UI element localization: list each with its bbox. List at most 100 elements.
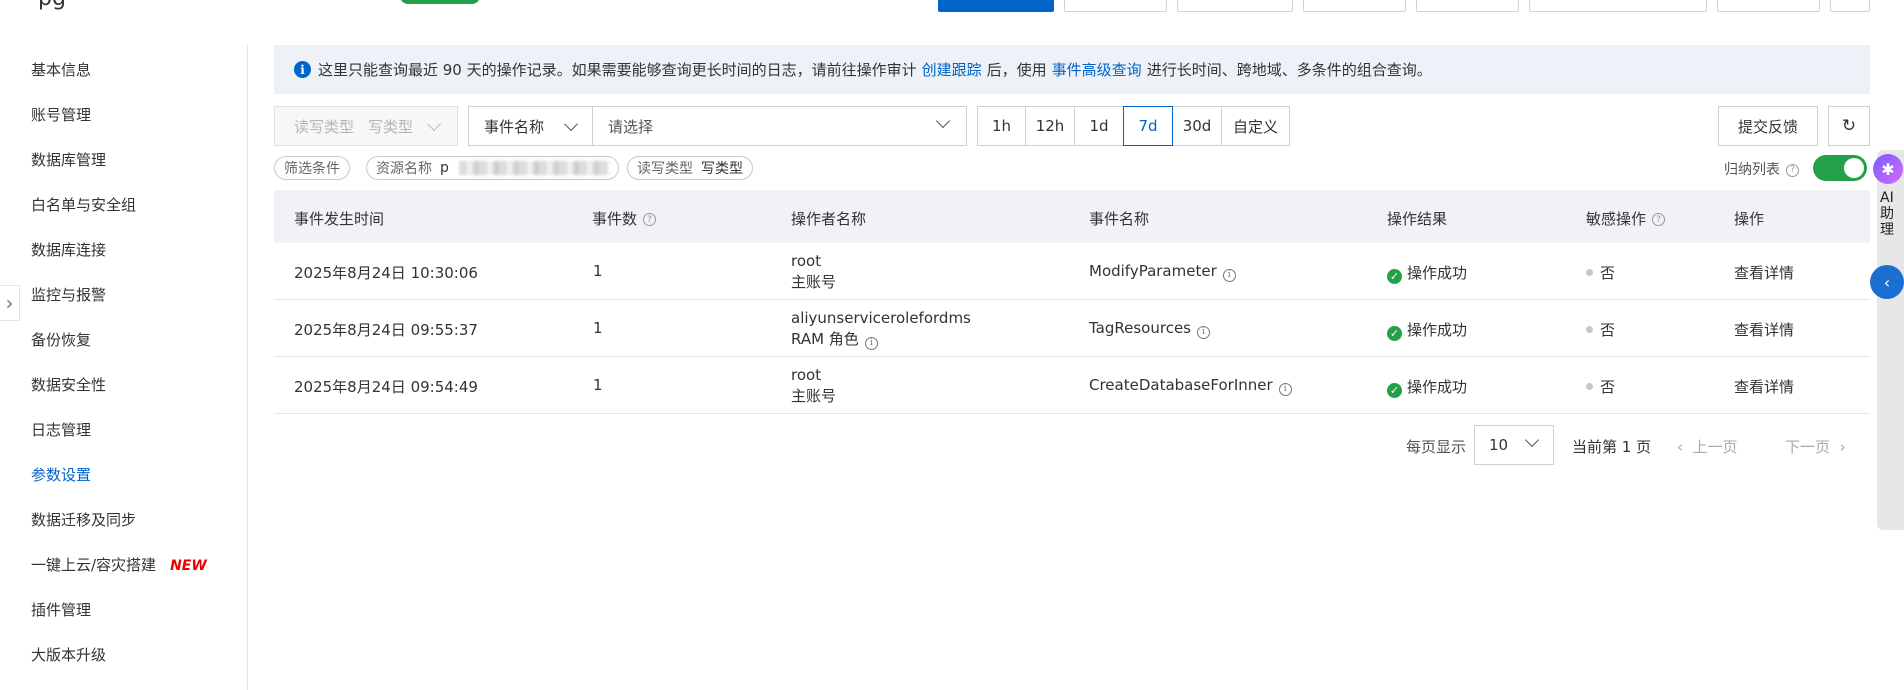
refresh-button[interactable]: ↻ [1828, 106, 1870, 146]
info-icon[interactable]: i [1278, 382, 1292, 396]
sidebar-item-connection[interactable]: 数据库连接 [31, 239, 106, 260]
info-icon[interactable]: i [1197, 325, 1210, 339]
status-dot-icon [1586, 269, 1593, 276]
range-1h[interactable]: 1h [977, 106, 1026, 146]
sidebar-item-plugins[interactable]: 插件管理 [31, 599, 91, 620]
result-text: 操作成功 [1407, 264, 1468, 282]
next-page-button[interactable]: 下一页 › [1785, 436, 1846, 457]
resource-name-tag[interactable]: 资源名称 p [366, 156, 619, 180]
toolbar-button-2[interactable] [1177, 0, 1293, 12]
sidebar-item-monitoring[interactable]: 监控与报警 [31, 284, 106, 305]
event-name-select[interactable]: 请选择 [592, 106, 967, 146]
sensitive-text: 否 [1600, 378, 1616, 396]
col-event-time: 事件发生时间 [294, 210, 385, 228]
sensitive: 否 [1586, 262, 1615, 283]
operator-name-link[interactable]: aliyunservicerolefordms [791, 309, 971, 327]
table-header: 事件发生时间 事件数? 操作者名称 事件名称 操作结果 敏感操作? 操作 [274, 190, 1870, 243]
table-row: 2025年8月24日 09:54:49 1 root 主账号 CreateDat… [274, 357, 1870, 414]
per-page-value: 10 [1489, 436, 1509, 454]
info-icon[interactable]: i [1222, 268, 1236, 282]
view-details-link[interactable]: 查看详情 [1734, 319, 1794, 340]
event-field-select[interactable]: 事件名称 [468, 106, 593, 146]
help-icon: ? [643, 213, 657, 226]
toggle-knob [1844, 158, 1864, 178]
rw-type-tag[interactable]: 读写类型 写类型 [627, 156, 753, 180]
event-name-placeholder: 请选择 [608, 117, 654, 136]
check-circle-icon: ✓ [1387, 326, 1402, 341]
event-name: ModifyParameter i [1089, 262, 1236, 282]
group-list-toggle[interactable] [1813, 155, 1867, 181]
operator-type: 主账号 [791, 387, 837, 405]
ai-assistant-label[interactable]: AI助理 [1880, 190, 1900, 238]
col-event-count: 事件数? [592, 208, 657, 229]
sidebar-item-databases[interactable]: 数据库管理 [31, 149, 106, 170]
event-count-link[interactable]: 1 [593, 376, 603, 394]
advanced-query-link[interactable]: 事件高级查询 [1052, 59, 1142, 80]
sidebar-item-whitelist[interactable]: 白名单与安全组 [31, 194, 136, 215]
operator-name: root [791, 366, 822, 384]
sensitive-text: 否 [1600, 264, 1616, 282]
toolbar-primary-button[interactable] [938, 0, 1054, 12]
notice-text-2: 后，使用 [986, 61, 1047, 79]
col-result: 操作结果 [1387, 210, 1448, 228]
sidebar-collapse-toggle[interactable]: › [0, 285, 20, 321]
sidebar-item-backup[interactable]: 备份恢复 [31, 329, 91, 350]
sidebar-item-migration[interactable]: 数据迁移及同步 [31, 509, 136, 530]
help-icon: ? [1652, 213, 1666, 226]
toolbar-button-1[interactable] [1064, 0, 1167, 12]
result: ✓ 操作成功 [1387, 376, 1467, 398]
chevron-right-icon: › [5, 291, 14, 315]
sidebar-item-basic-info[interactable]: 基本信息 [31, 59, 91, 80]
per-page-select[interactable]: 10 [1474, 425, 1554, 465]
sidebar-item-parameters[interactable]: 参数设置 [31, 464, 91, 485]
col-sensitive-label: 敏感操作 [1586, 210, 1647, 228]
sensitive: 否 [1586, 319, 1615, 340]
chevron-left-icon: ‹ [1883, 272, 1891, 292]
prev-page-label: 上一页 [1692, 438, 1738, 456]
group-list-text: 归纳列表 [1724, 162, 1780, 178]
range-1d[interactable]: 1d [1074, 106, 1124, 146]
chevron-down-icon [426, 116, 442, 131]
sidebar-nav: 基本信息 账号管理 数据库管理 白名单与安全组 数据库连接 监控与报警 备份恢复… [0, 45, 248, 690]
info-banner: i 这里只能查询最近 90 天的操作记录。如果需要能够查询更长时间的日志，请前往… [274, 45, 1870, 94]
view-details-link[interactable]: 查看详情 [1734, 376, 1794, 397]
event-name: TagResources i [1089, 319, 1210, 339]
view-details-link[interactable]: 查看详情 [1734, 262, 1794, 283]
toolbar-button-7[interactable] [1830, 0, 1870, 12]
sidebar-item-accounts[interactable]: 账号管理 [31, 104, 91, 125]
status-dot-icon [1586, 383, 1593, 390]
range-30d[interactable]: 30d [1172, 106, 1222, 146]
sidebar-item-security[interactable]: 数据安全性 [31, 374, 106, 395]
rw-type-label: 读写类型 [294, 117, 355, 136]
resource-name-label: 资源名称 [376, 161, 432, 177]
current-page: 当前第 1 页 [1572, 438, 1652, 456]
toolbar-button-5[interactable] [1529, 0, 1707, 12]
event-count-link[interactable]: 1 [593, 319, 603, 337]
sidebar-item-label: 一键上云/容灾搭建 [31, 556, 157, 574]
sidebar-item-cloud-dr[interactable]: 一键上云/容灾搭建 NEW [31, 554, 207, 575]
feedback-button[interactable]: 提交反馈 [1718, 106, 1818, 146]
range-7d[interactable]: 7d [1123, 106, 1173, 146]
expand-panel-button[interactable]: ‹ [1870, 265, 1904, 299]
notice-text-3: 进行长时间、跨地域、多条件的组合查询。 [1146, 61, 1432, 79]
operator-type-text: RAM 角色 [791, 330, 859, 348]
info-icon[interactable]: i [864, 336, 878, 350]
prev-page-button[interactable]: ‹ 上一页 [1677, 436, 1738, 457]
toolbar-button-4[interactable] [1416, 0, 1519, 12]
rw-type-select[interactable]: 读写类型 写类型 [274, 106, 458, 146]
chevron-down-icon [1524, 432, 1540, 448]
chevron-down-icon [563, 116, 579, 131]
toolbar-button-3[interactable] [1303, 0, 1406, 12]
chevron-down-icon [935, 113, 951, 129]
help-icon: ? [1786, 163, 1799, 177]
toolbar-button-6[interactable] [1717, 0, 1820, 12]
create-trail-link[interactable]: 创建跟踪 [922, 59, 982, 80]
range-custom[interactable]: 自定义 [1221, 106, 1290, 146]
sidebar-item-upgrade[interactable]: 大版本升级 [31, 644, 106, 665]
event-count-link[interactable]: 1 [593, 262, 603, 280]
range-12h[interactable]: 12h [1025, 106, 1075, 146]
resource-name-value: p [440, 160, 449, 176]
sidebar-item-logs[interactable]: 日志管理 [31, 419, 91, 440]
operator-type: RAM 角色 i [791, 328, 878, 350]
ai-assistant-icon[interactable]: ✱ [1873, 154, 1903, 184]
